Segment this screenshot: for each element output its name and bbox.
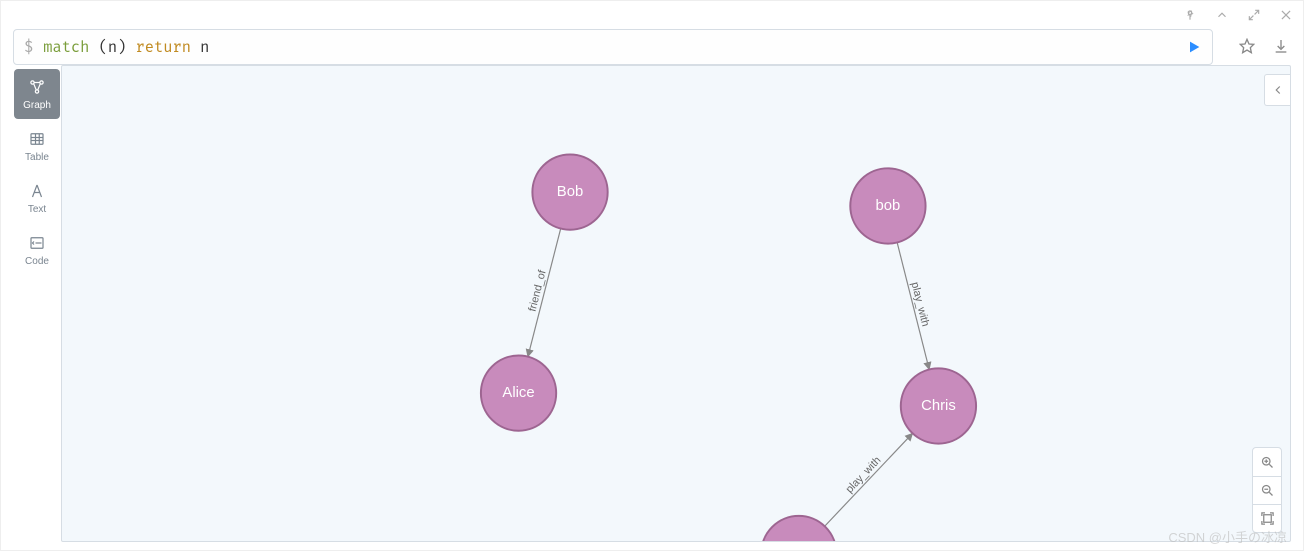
zoom-fit-button[interactable] bbox=[1253, 504, 1281, 532]
titlebar bbox=[1, 1, 1303, 29]
query-actions bbox=[1225, 38, 1303, 57]
pin-icon[interactable] bbox=[1183, 8, 1197, 22]
zoom-out-button[interactable] bbox=[1253, 476, 1281, 504]
view-tabs: Graph Table Text Code bbox=[13, 65, 61, 542]
app-window: $ match (n) return n Graph Table bbox=[0, 0, 1304, 551]
node-Alice[interactable]: Alice bbox=[481, 355, 556, 430]
tab-graph[interactable]: Graph bbox=[14, 69, 60, 119]
collapse-icon[interactable] bbox=[1215, 8, 1229, 22]
edge-label: play_with bbox=[909, 281, 932, 328]
node-bob[interactable]: bob bbox=[850, 168, 925, 243]
tab-graph-label: Graph bbox=[23, 100, 51, 111]
run-button[interactable] bbox=[1176, 39, 1212, 55]
edge-label: play_with bbox=[844, 454, 884, 495]
edge-alice-Chris[interactable] bbox=[825, 433, 913, 526]
tab-table-label: Table bbox=[25, 152, 49, 163]
tab-code[interactable]: Code bbox=[14, 225, 60, 275]
edge-label: friend_of bbox=[526, 268, 548, 313]
zoom-tools bbox=[1252, 447, 1282, 533]
favorite-icon[interactable] bbox=[1239, 38, 1255, 57]
expand-icon[interactable] bbox=[1247, 8, 1261, 22]
graph-canvas[interactable]: friend_of play_with play_with Bob Alice bob C… bbox=[61, 65, 1291, 542]
node-Chris[interactable]: Chris bbox=[901, 368, 976, 443]
download-icon[interactable] bbox=[1273, 38, 1289, 57]
tab-text[interactable]: Text bbox=[14, 173, 60, 223]
query-bar: $ match (n) return n bbox=[13, 29, 1213, 65]
graph-svg[interactable]: friend_of play_with play_with Bob Alice bob C… bbox=[62, 66, 1290, 541]
details-panel-toggle[interactable] bbox=[1264, 74, 1290, 106]
tab-text-label: Text bbox=[28, 204, 46, 215]
node-alice[interactable]: alice bbox=[761, 516, 836, 541]
node-Bob[interactable]: Bob bbox=[532, 154, 607, 229]
tab-code-label: Code bbox=[25, 256, 49, 267]
query-prompt: $ bbox=[14, 38, 43, 57]
result-panel: Graph Table Text Code bbox=[13, 65, 1291, 542]
close-icon[interactable] bbox=[1279, 8, 1293, 22]
query-input[interactable]: match (n) return n bbox=[43, 38, 1176, 57]
zoom-in-button[interactable] bbox=[1253, 448, 1281, 476]
tab-table[interactable]: Table bbox=[14, 121, 60, 171]
